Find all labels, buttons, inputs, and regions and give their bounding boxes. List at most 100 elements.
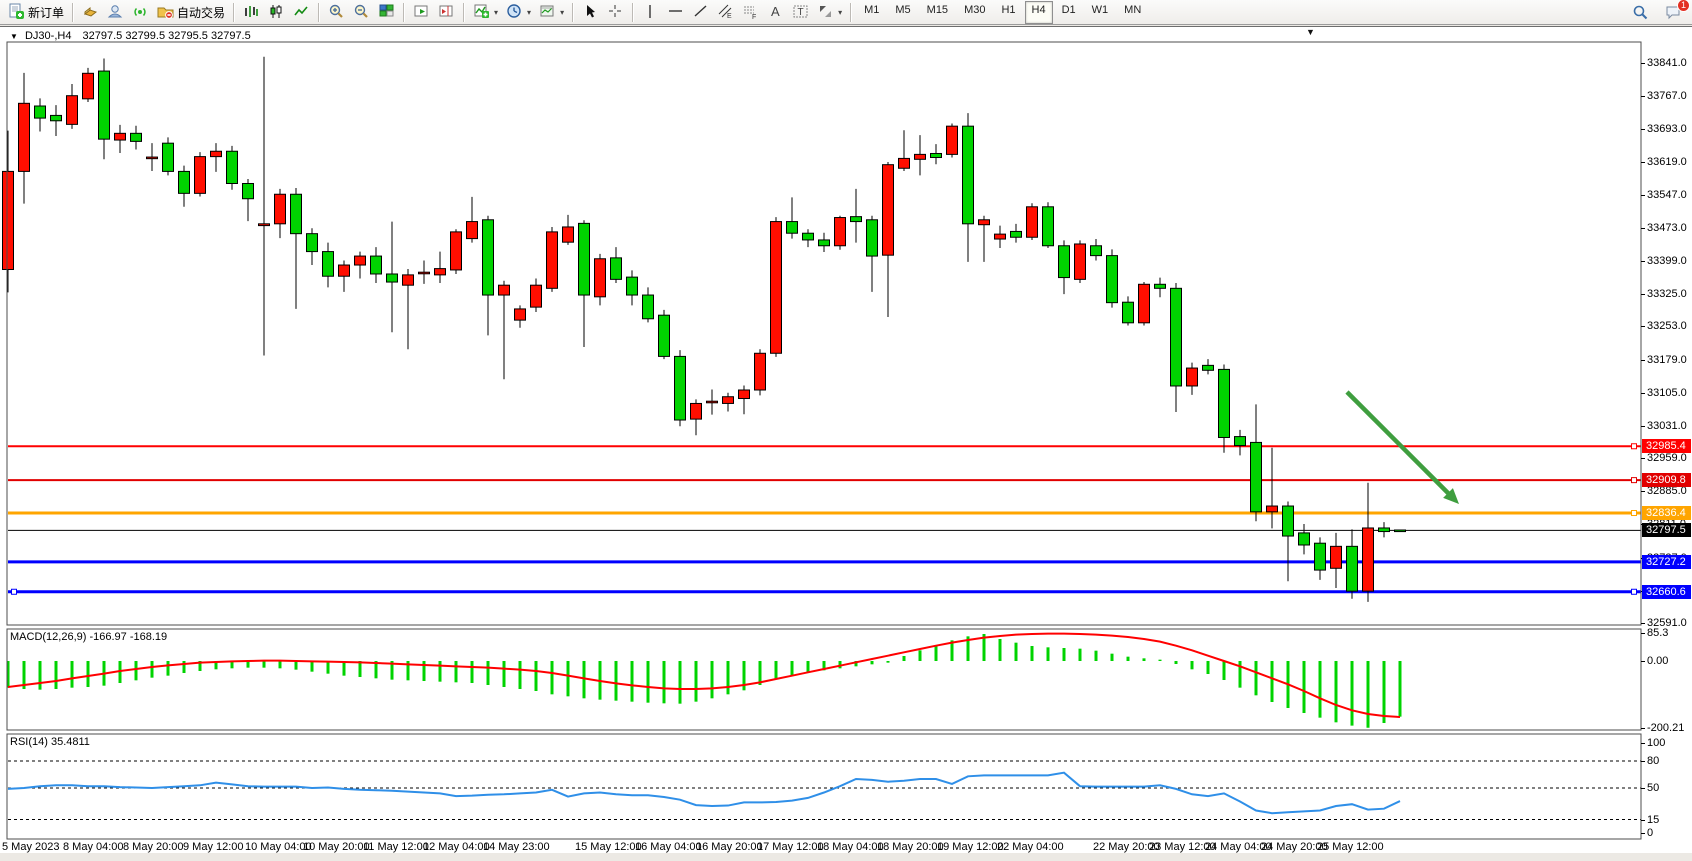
level-line-handle[interactable]: [1632, 444, 1637, 449]
time-axis-label[interactable]: 10 May 20:00: [303, 841, 370, 853]
time-axis-label[interactable]: 8 May 04:00: [63, 841, 124, 853]
channel-button[interactable]: E: [713, 1, 738, 24]
time-axis-label[interactable]: 11 May 12:00: [363, 841, 429, 853]
time-axis-label[interactable]: 10 May 04:00: [245, 841, 312, 853]
time-axis-label[interactable]: 25 May 12:00: [1317, 841, 1384, 853]
timeframe-d1-button[interactable]: D1: [1055, 1, 1083, 24]
time-axis-label[interactable]: 9 May 12:00: [183, 841, 244, 853]
price-axis-tick[interactable]: 33325.0: [1647, 288, 1687, 300]
timeframe-m1-button[interactable]: M1: [857, 1, 886, 24]
templates-button[interactable]: ▾: [535, 1, 568, 24]
level-line-handle[interactable]: [12, 589, 17, 594]
price-level-tag-32909.8[interactable]: 32909.8: [1642, 473, 1691, 487]
candle-body: [883, 165, 894, 255]
tile-windows-button[interactable]: [374, 1, 399, 24]
fibonacci-button[interactable]: F: [738, 1, 763, 24]
time-axis-label[interactable]: 18 May 20:00: [877, 841, 944, 853]
bar-chart-button[interactable]: [239, 1, 264, 24]
price-axis-tick[interactable]: 33473.0: [1647, 222, 1687, 234]
price-level-tag-32660.6[interactable]: 32660.6: [1642, 585, 1691, 599]
time-axis-label[interactable]: 16 May 04:00: [635, 841, 702, 853]
indicators-button[interactable]: ▾: [469, 1, 502, 24]
candle-body: [3, 171, 14, 269]
price-level-tag-32797.5[interactable]: 32797.5: [1642, 523, 1691, 537]
dropdown-caret-icon[interactable]: ▾: [560, 8, 564, 17]
vertical-line-button[interactable]: [638, 1, 663, 24]
time-axis-label[interactable]: 19 May 12:00: [937, 841, 1004, 853]
periods-button[interactable]: ▾: [502, 1, 535, 24]
candle-body: [1251, 442, 1262, 511]
level-line-handle[interactable]: [1632, 589, 1637, 594]
chart-object-button[interactable]: [78, 1, 103, 24]
time-axis-label[interactable]: 5 May 2023: [2, 841, 59, 853]
price-axis-tick[interactable]: 33619.0: [1647, 156, 1687, 168]
toolbar-separator: [72, 3, 74, 22]
timeframe-w1-button[interactable]: W1: [1085, 1, 1116, 24]
price-axis-tick[interactable]: 33253.0: [1647, 320, 1687, 332]
signal-button[interactable]: [128, 1, 153, 24]
price-axis-tick[interactable]: 33105.0: [1647, 387, 1687, 399]
timeframe-m5-button[interactable]: M5: [888, 1, 917, 24]
time-axis-label[interactable]: 14 May 23:00: [483, 841, 550, 853]
macd-axis-tick[interactable]: 85.3: [1647, 627, 1668, 639]
price-level-tag-32727.2[interactable]: 32727.2: [1642, 555, 1691, 569]
price-axis-tick[interactable]: 33031.0: [1647, 420, 1687, 432]
candle-body: [947, 126, 958, 154]
time-axis-label[interactable]: 12 May 04:00: [423, 841, 490, 853]
time-axis-label[interactable]: 22 May 04:00: [997, 841, 1064, 853]
text-icon: A: [767, 3, 784, 22]
price-axis-tick[interactable]: 32959.0: [1647, 452, 1687, 464]
dropdown-caret-icon[interactable]: ▾: [527, 8, 531, 17]
crosshair-button[interactable]: [603, 1, 628, 24]
time-axis-label[interactable]: 17 May 12:00: [757, 841, 824, 853]
timeframe-m30-button[interactable]: M30: [957, 1, 992, 24]
cloud-user-button[interactable]: [103, 1, 128, 24]
macd-axis-tick[interactable]: -200.21: [1647, 722, 1684, 734]
line-chart-button[interactable]: [289, 1, 314, 24]
zoom-out-button[interactable]: [349, 1, 374, 24]
auto-scroll-button[interactable]: [409, 1, 434, 24]
candle-body: [1299, 533, 1310, 545]
level-line-handle[interactable]: [1632, 478, 1637, 483]
macd-axis-tick[interactable]: 0.00: [1647, 655, 1668, 667]
timeframe-mn-button[interactable]: MN: [1117, 1, 1148, 24]
new-order-button[interactable]: 新订单: [4, 1, 68, 24]
trendline-button[interactable]: [688, 1, 713, 24]
time-axis-label[interactable]: 18 May 04:00: [817, 841, 884, 853]
price-axis-tick[interactable]: 33547.0: [1647, 189, 1687, 201]
dropdown-caret-icon[interactable]: ▾: [494, 8, 498, 17]
chat-button[interactable]: 1: [1661, 2, 1686, 25]
time-axis-label[interactable]: 16 May 20:00: [696, 841, 763, 853]
rsi-axis-tick[interactable]: 80: [1647, 755, 1659, 767]
timeframe-m15-button[interactable]: M15: [920, 1, 955, 24]
rsi-axis-tick[interactable]: 15: [1647, 814, 1659, 826]
time-axis-label[interactable]: 15 May 12:00: [575, 841, 642, 853]
timeframe-h4-button[interactable]: H4: [1025, 1, 1053, 24]
horizontal-line-button[interactable]: [663, 1, 688, 24]
rsi-axis-tick[interactable]: 50: [1647, 782, 1659, 794]
price-level-tag-32985.4[interactable]: 32985.4: [1642, 439, 1691, 453]
search-button[interactable]: [1628, 2, 1653, 25]
level-line-handle[interactable]: [1632, 511, 1637, 516]
cursor-button[interactable]: [578, 1, 603, 24]
candlestick-button[interactable]: [264, 1, 289, 24]
rsi-axis-tick[interactable]: 100: [1647, 737, 1665, 749]
price-axis-tick[interactable]: 33841.0: [1647, 57, 1687, 69]
price-axis-tick[interactable]: 33399.0: [1647, 255, 1687, 267]
price-axis-tick[interactable]: 33693.0: [1647, 123, 1687, 135]
candle-body: [627, 277, 638, 295]
rsi-tick-mark: [1641, 833, 1645, 834]
label-button[interactable]: T: [788, 1, 813, 24]
timeframe-h1-button[interactable]: H1: [994, 1, 1022, 24]
auto-trading-button[interactable]: 自动交易: [153, 1, 229, 24]
price-level-tag-32836.4[interactable]: 32836.4: [1642, 506, 1691, 520]
price-axis-tick[interactable]: 33767.0: [1647, 90, 1687, 102]
price-axis-tick[interactable]: 33179.0: [1647, 354, 1687, 366]
shapes-button[interactable]: ▾: [813, 1, 846, 24]
text-button[interactable]: A: [763, 1, 788, 24]
zoom-in-button[interactable]: [324, 1, 349, 24]
time-axis-label[interactable]: 8 May 20:00: [123, 841, 184, 853]
chart-shift-button[interactable]: [434, 1, 459, 24]
rsi-axis-tick[interactable]: 0: [1647, 827, 1653, 839]
dropdown-caret-icon[interactable]: ▾: [838, 8, 842, 17]
